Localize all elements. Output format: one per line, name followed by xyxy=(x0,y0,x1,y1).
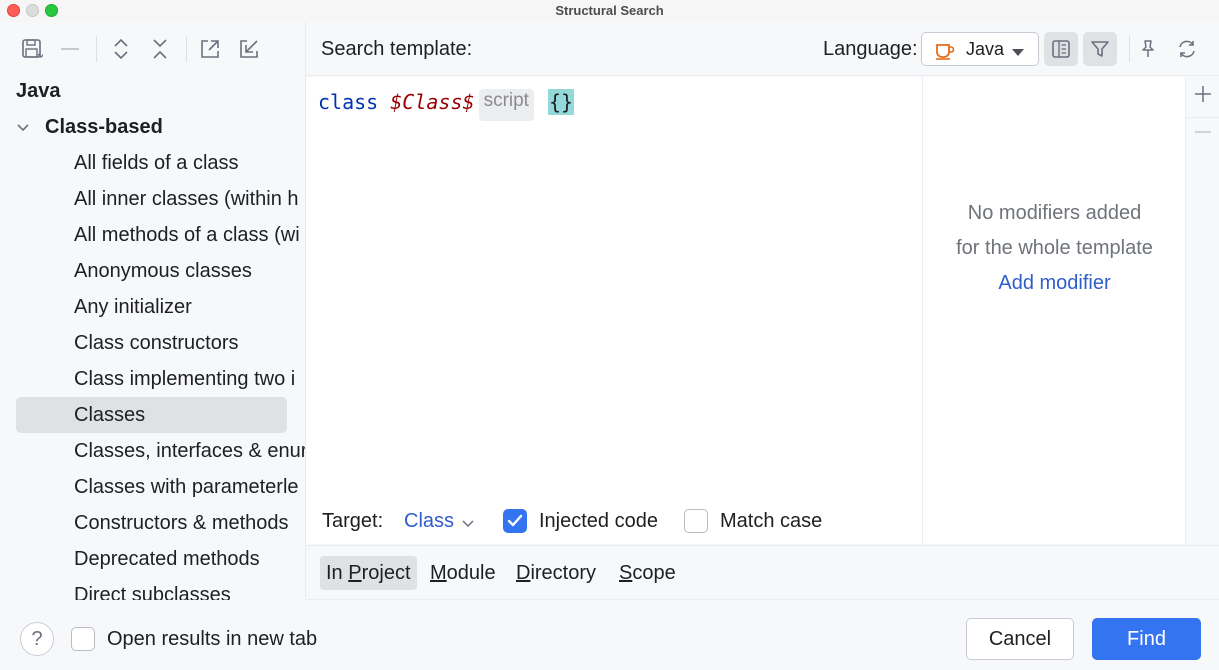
inlay-hint[interactable]: script xyxy=(478,89,534,121)
checkmark-icon xyxy=(507,514,523,527)
tree-item[interactable]: Constructors & methods xyxy=(74,508,306,544)
tree-item-selected[interactable]: Classes xyxy=(74,400,306,436)
modifier-tools xyxy=(1185,77,1219,544)
minus-icon[interactable] xyxy=(1194,123,1212,146)
panel-icon xyxy=(1052,40,1070,58)
toolbar-divider xyxy=(96,36,97,62)
injected-code-checkbox[interactable] xyxy=(503,509,527,533)
search-header: Search template: Language: Java xyxy=(306,22,1219,76)
tree-item[interactable]: Anonymous classes xyxy=(74,256,306,292)
code-line: class $Class$ script {} xyxy=(318,89,575,121)
code-braces: {} xyxy=(547,89,575,115)
scope-tab-label: roject xyxy=(361,562,411,584)
language-value: Java xyxy=(966,39,1005,59)
dropdown-arrow-icon xyxy=(1011,45,1025,63)
filter-icon xyxy=(1091,41,1109,57)
cancel-button[interactable]: Cancel xyxy=(966,618,1074,660)
import-icon[interactable] xyxy=(237,37,261,61)
scope-tab-module[interactable]: Module xyxy=(424,556,502,590)
scope-tab-label: odule xyxy=(446,562,496,584)
expand-all-icon[interactable] xyxy=(109,37,133,61)
open-new-tab-label[interactable]: Open results in new tab xyxy=(107,628,317,651)
no-modifiers-subtext: for the whole template xyxy=(956,237,1153,259)
scope-tab-mnemonic: S xyxy=(619,562,633,584)
injected-code-label[interactable]: Injected code xyxy=(539,510,658,533)
target-dropdown[interactable]: Class xyxy=(404,510,454,533)
tree-item[interactable]: All inner classes (within h xyxy=(74,184,306,220)
code-keyword: class xyxy=(318,90,379,114)
chevron-down-icon[interactable] xyxy=(14,119,32,137)
java-cup-icon xyxy=(934,39,956,66)
scope-tab-mnemonic: P xyxy=(348,562,362,584)
language-label: Language: xyxy=(823,38,918,60)
scope-tab-mnemonic: D xyxy=(516,562,531,584)
export-icon[interactable] xyxy=(198,37,222,61)
header-divider xyxy=(1129,36,1130,62)
code-variable[interactable]: $Class$ xyxy=(390,90,474,114)
template-editor[interactable]: class $Class$ script {} Target: Class Inje… xyxy=(306,77,922,544)
tree-item[interactable]: Any initializer xyxy=(74,292,306,328)
title-bar: Structural Search xyxy=(0,0,1219,22)
scope-tab-mnemonic: M xyxy=(430,562,447,584)
add-modifier-link[interactable]: Add modifier xyxy=(923,272,1186,295)
filter-button[interactable] xyxy=(1083,32,1117,66)
save-icon[interactable] xyxy=(20,37,44,61)
scope-tab-scope[interactable]: Scope xyxy=(613,556,682,590)
collapse-all-icon[interactable] xyxy=(148,37,172,61)
scope-bar: In Project Module Directory Scope xyxy=(306,545,1219,600)
templates-toolbar xyxy=(0,22,306,76)
tree-item[interactable]: All methods of a class (wi xyxy=(74,220,306,256)
remove-icon[interactable] xyxy=(58,37,82,61)
help-button[interactable]: ? xyxy=(20,622,54,656)
tree-node-java[interactable]: Java xyxy=(16,76,306,112)
toolbar-divider xyxy=(186,36,187,62)
tree-item[interactable]: Deprecated methods xyxy=(74,544,306,580)
window-title: Structural Search xyxy=(555,3,664,18)
chevron-down-icon[interactable] xyxy=(461,514,475,537)
tree-item[interactable]: All fields of a class xyxy=(74,148,306,184)
no-modifiers-text: No modifiers added xyxy=(967,202,1142,224)
tree-item[interactable]: Class constructors xyxy=(74,328,306,364)
scope-tab-label: cope xyxy=(632,562,676,584)
toggle-preview-button[interactable] xyxy=(1044,32,1078,66)
match-case-label[interactable]: Match case xyxy=(720,510,822,533)
scope-tab-label: In xyxy=(326,562,349,584)
tree-item[interactable]: Direct subclasses xyxy=(74,580,306,600)
language-dropdown[interactable]: Java xyxy=(921,32,1039,66)
template-tree: Java Class-based All fields of a class A… xyxy=(0,76,306,600)
tree-node-class-based[interactable]: Class-based xyxy=(45,112,306,148)
tree-item[interactable]: Classes with parameterle xyxy=(74,472,306,508)
scope-tab-directory[interactable]: Directory xyxy=(510,556,602,590)
tree-item[interactable]: Class implementing two i xyxy=(74,364,306,400)
open-new-tab-checkbox[interactable] xyxy=(71,627,95,651)
refresh-icon[interactable] xyxy=(1174,36,1200,62)
tree-item[interactable]: Classes, interfaces & enur xyxy=(74,436,306,472)
plus-icon[interactable] xyxy=(1194,85,1212,108)
modifiers-panel: No modifiers added for the whole templat… xyxy=(922,77,1185,544)
scope-tab-in-project[interactable]: In Project xyxy=(320,556,417,590)
pin-icon[interactable] xyxy=(1135,36,1161,62)
match-case-checkbox[interactable] xyxy=(684,509,708,533)
find-button[interactable]: Find xyxy=(1092,618,1201,660)
scope-tab-label: irectory xyxy=(530,562,597,584)
search-template-label: Search template: xyxy=(321,38,473,60)
tools-divider xyxy=(1186,117,1219,118)
target-label: Target: xyxy=(322,510,384,532)
dialog-footer: ? Open results in new tab Cancel Find xyxy=(0,601,1219,670)
